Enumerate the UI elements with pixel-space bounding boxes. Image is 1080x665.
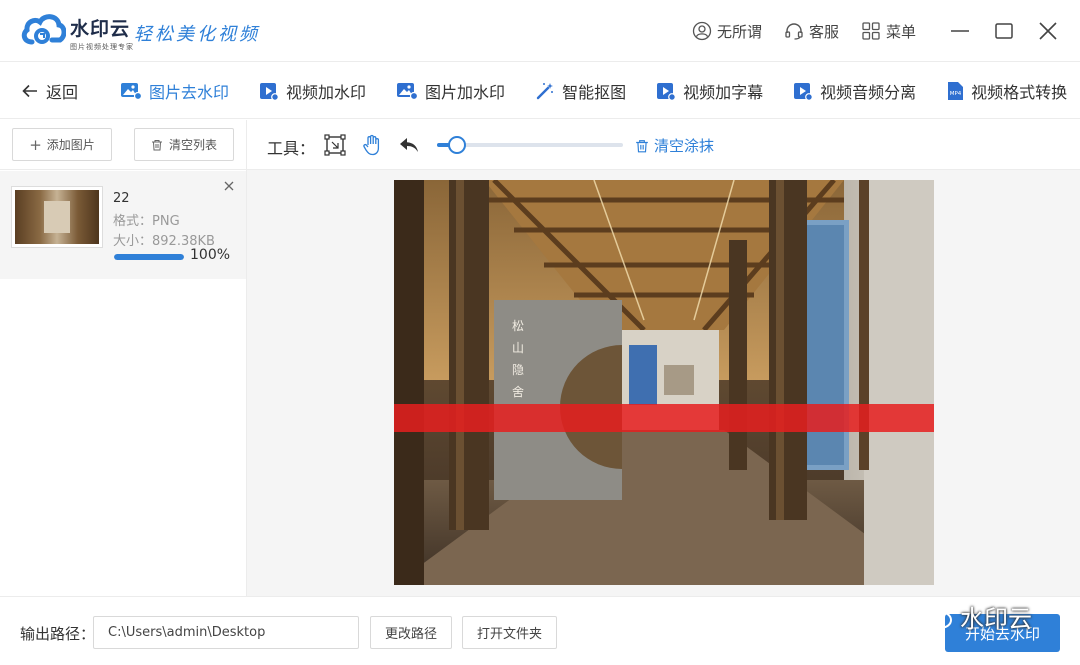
user-account-link[interactable]: 无所谓 — [692, 21, 762, 42]
remove-file-icon[interactable] — [222, 179, 236, 193]
mp4-file-icon: MP4 — [948, 81, 964, 100]
brush-size-slider[interactable] — [437, 136, 623, 154]
hand-icon — [363, 134, 380, 156]
wechat-icon — [921, 604, 952, 628]
back-button[interactable]: 返回 — [22, 79, 78, 103]
clear-paint-button[interactable]: 清空涂抹 — [635, 135, 714, 156]
tab-image-add-watermark[interactable]: 图片加水印 — [396, 79, 505, 103]
minimize-button[interactable] — [950, 21, 970, 41]
header-actions: 无所谓 客服 菜单 — [692, 0, 1080, 62]
rect-select-tool[interactable] — [323, 133, 347, 157]
rect-select-icon — [324, 134, 346, 156]
sign-char-2: 山 — [512, 341, 524, 355]
progress-bar — [114, 254, 184, 260]
sign-char-1: 松 — [512, 319, 524, 333]
trash-icon — [636, 139, 648, 152]
tab-label: 图片加水印 — [425, 82, 506, 102]
file-format: 格式：PNG — [113, 214, 180, 229]
tab-smart-cutout[interactable]: 智能抠图 — [535, 79, 626, 103]
brand-subtitle: 图片视频处理专家 — [70, 43, 134, 51]
tab-label: 视频加字幕 — [683, 82, 764, 102]
cloud-logo-icon — [21, 14, 66, 45]
plus-icon: + — [29, 135, 42, 154]
tab-label: 智能抠图 — [562, 82, 627, 102]
tab-video-add-subtitle[interactable]: 视频加字幕 — [656, 79, 763, 103]
tab-label: 视频加水印 — [286, 82, 367, 102]
user-icon — [692, 21, 712, 41]
maximize-icon — [995, 23, 1013, 39]
sign-char-3: 隐 — [512, 363, 524, 377]
add-image-button[interactable]: + 添加图片 — [12, 128, 112, 161]
menu-label: 菜单 — [885, 22, 916, 41]
menu-link[interactable]: 菜单 — [861, 21, 916, 42]
video-icon — [260, 82, 279, 101]
bottom-bar: 输出路径： C:\Users\admin\Desktop 更改路径 打开文件夹 … — [0, 596, 1080, 665]
output-path-input[interactable]: C:\Users\admin\Desktop — [93, 616, 359, 649]
tab-video-add-watermark[interactable]: 视频加水印 — [259, 79, 366, 103]
headset-icon — [785, 23, 803, 40]
clear-list-label: 清空列表 — [168, 138, 217, 152]
trash-icon — [151, 139, 162, 150]
minimize-icon — [951, 30, 969, 32]
brand-name: 水印云 — [70, 18, 131, 40]
title-bar: 水印云 图片视频处理专家 轻松美化视频 无所谓 客服 菜单 — [0, 0, 1080, 62]
arrow-left-icon — [22, 84, 37, 97]
image-icon — [397, 82, 419, 100]
maximize-button[interactable] — [994, 21, 1014, 41]
close-button[interactable] — [1038, 21, 1058, 41]
tab-label: 图片去水印 — [149, 82, 230, 102]
back-label: 返回 — [46, 82, 79, 102]
video-subtitle-icon — [657, 82, 676, 101]
tab-label: 视频格式转换 — [971, 82, 1068, 102]
slider-handle[interactable] — [448, 136, 467, 154]
undo-button[interactable] — [397, 133, 421, 157]
customer-service-label: 客服 — [808, 22, 839, 41]
watermark-text: 水印云 — [960, 605, 1032, 633]
file-list-panel: + 添加图片 清空列表 22 格式：PNG 大小：892.38KB 100% — [0, 120, 247, 596]
watermark-mark-overlay — [394, 404, 934, 432]
output-path-label: 输出路径： — [20, 625, 96, 643]
tool-bar: 工具： 清空涂抹 — [247, 120, 1080, 170]
image-thumbnail — [11, 186, 103, 248]
image-preview-canvas[interactable]: 松 山 隐 舍 — [394, 180, 934, 585]
list-item[interactable]: 22 格式：PNG 大小：892.38KB 100% — [0, 171, 246, 279]
wechat-watermark: 水印云 — [920, 599, 1032, 634]
add-image-label: 添加图片 — [46, 138, 95, 152]
sign-char-4: 舍 — [512, 384, 524, 399]
progress-fill — [114, 254, 184, 260]
close-icon — [1039, 22, 1057, 40]
brand: 水印云 图片视频处理专家 — [70, 14, 134, 52]
user-name: 无所谓 — [716, 22, 762, 41]
magic-wand-icon — [536, 82, 554, 99]
tab-label: 视频音频分离 — [820, 82, 917, 102]
tab-video-format-convert[interactable]: MP4 视频格式转换 — [946, 79, 1067, 103]
tool-label: 工具： — [267, 139, 316, 158]
clear-list-button[interactable]: 清空列表 — [134, 128, 234, 161]
tab-video-audio-separate[interactable]: 视频音频分离 — [793, 79, 916, 103]
customer-service-link[interactable]: 客服 — [784, 21, 839, 42]
editor-area: 工具： 清空涂抹 松 山 隐 舍 — [247, 120, 1080, 596]
video-audio-icon — [794, 82, 813, 101]
tab-image-remove-watermark[interactable]: 图片去水印 — [120, 79, 229, 103]
progress-text: 100% — [190, 247, 231, 263]
open-folder-button[interactable]: 打开文件夹 — [462, 616, 557, 649]
undo-arrow-icon — [400, 138, 418, 152]
file-list-toolbar: + 添加图片 清空列表 — [0, 120, 246, 170]
hand-pan-tool[interactable] — [360, 133, 384, 157]
grid-menu-icon — [862, 22, 880, 40]
slogan: 轻松美化视频 — [134, 24, 260, 45]
corridor-photo: 松 山 隐 舍 — [394, 180, 934, 585]
image-remove-icon — [121, 82, 143, 100]
change-path-button[interactable]: 更改路径 — [370, 616, 452, 649]
feature-nav: 返回 图片去水印 视频加水印 图片加水印 智能抠图 视频加字幕 视频音频分离 M… — [0, 63, 1080, 119]
clear-paint-label: 清空涂抹 — [654, 137, 715, 155]
svg-text:MP4: MP4 — [950, 91, 962, 97]
file-name: 22 — [113, 191, 130, 206]
